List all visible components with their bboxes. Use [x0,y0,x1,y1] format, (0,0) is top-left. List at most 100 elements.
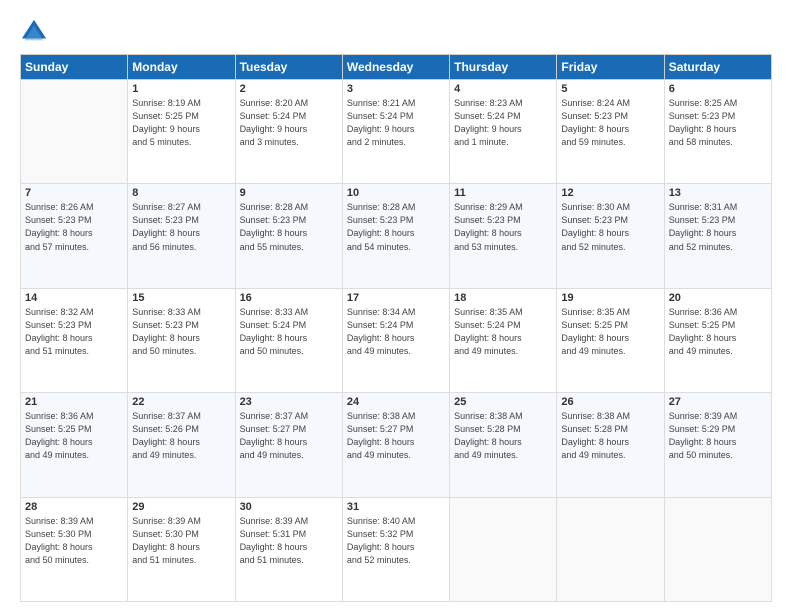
day-number: 24 [347,396,445,408]
day-number: 20 [669,292,767,304]
day-info: Sunrise: 8:36 AM Sunset: 5:25 PM Dayligh… [25,410,123,462]
calendar-cell: 19 Sunrise: 8:35 AM Sunset: 5:25 PM Dayli… [557,288,664,392]
day-info: Sunrise: 8:37 AM Sunset: 5:27 PM Dayligh… [240,410,338,462]
day-number: 18 [454,292,552,304]
calendar-cell: 23 Sunrise: 8:37 AM Sunset: 5:27 PM Dayli… [235,393,342,497]
calendar-cell: 24 Sunrise: 8:38 AM Sunset: 5:27 PM Dayli… [342,393,449,497]
day-info: Sunrise: 8:38 AM Sunset: 5:28 PM Dayligh… [561,410,659,462]
day-number: 6 [669,83,767,95]
day-number: 22 [132,396,230,408]
calendar-cell: 11 Sunrise: 8:29 AM Sunset: 5:23 PM Dayli… [450,184,557,288]
day-number: 7 [25,187,123,199]
calendar-cell: 12 Sunrise: 8:30 AM Sunset: 5:23 PM Dayli… [557,184,664,288]
calendar-cell: 22 Sunrise: 8:37 AM Sunset: 5:26 PM Dayli… [128,393,235,497]
day-number: 5 [561,83,659,95]
day-info: Sunrise: 8:20 AM Sunset: 5:24 PM Dayligh… [240,97,338,149]
day-info: Sunrise: 8:23 AM Sunset: 5:24 PM Dayligh… [454,97,552,149]
week-row-1: 1 Sunrise: 8:19 AM Sunset: 5:25 PM Daylig… [21,80,772,184]
calendar-cell: 7Sunrise: 8:26 AM Sunset: 5:23 PM Daylig… [21,184,128,288]
day-info: Sunrise: 8:39 AM Sunset: 5:30 PM Dayligh… [132,515,230,567]
header [20,18,772,46]
day-number: 26 [561,396,659,408]
day-info: Sunrise: 8:33 AM Sunset: 5:23 PM Dayligh… [132,306,230,358]
week-row-3: 14 Sunrise: 8:32 AM Sunset: 5:23 PM Dayli… [21,288,772,392]
weekday-header-tuesday: Tuesday [235,55,342,80]
calendar-cell [21,80,128,184]
day-number: 23 [240,396,338,408]
weekday-header-monday: Monday [128,55,235,80]
day-number: 16 [240,292,338,304]
day-info: Sunrise: 8:39 AM Sunset: 5:31 PM Dayligh… [240,515,338,567]
day-info: Sunrise: 8:35 AM Sunset: 5:24 PM Dayligh… [454,306,552,358]
day-info: Sunrise: 8:19 AM Sunset: 5:25 PM Dayligh… [132,97,230,149]
calendar-cell: 5Sunrise: 8:24 AM Sunset: 5:23 PM Daylig… [557,80,664,184]
day-info: Sunrise: 8:39 AM Sunset: 5:30 PM Dayligh… [25,515,123,567]
calendar-cell: 27 Sunrise: 8:39 AM Sunset: 5:29 PM Dayli… [664,393,771,497]
calendar-cell: 29 Sunrise: 8:39 AM Sunset: 5:30 PM Dayli… [128,497,235,601]
calendar-cell [450,497,557,601]
calendar-cell: 13 Sunrise: 8:31 AM Sunset: 5:23 PM Dayli… [664,184,771,288]
day-number: 25 [454,396,552,408]
weekday-header-friday: Friday [557,55,664,80]
day-info: Sunrise: 8:27 AM Sunset: 5:23 PM Dayligh… [132,201,230,253]
day-number: 14 [25,292,123,304]
calendar-cell [557,497,664,601]
week-row-4: 21 Sunrise: 8:36 AM Sunset: 5:25 PM Dayli… [21,393,772,497]
day-info: Sunrise: 8:38 AM Sunset: 5:28 PM Dayligh… [454,410,552,462]
day-info: Sunrise: 8:39 AM Sunset: 5:29 PM Dayligh… [669,410,767,462]
calendar-cell: 14 Sunrise: 8:32 AM Sunset: 5:23 PM Dayli… [21,288,128,392]
calendar-cell: 10 Sunrise: 8:28 AM Sunset: 5:23 PM Dayli… [342,184,449,288]
day-info: Sunrise: 8:33 AM Sunset: 5:24 PM Dayligh… [240,306,338,358]
day-info: Sunrise: 8:28 AM Sunset: 5:23 PM Dayligh… [240,201,338,253]
calendar-cell: 25 Sunrise: 8:38 AM Sunset: 5:28 PM Dayli… [450,393,557,497]
day-number: 15 [132,292,230,304]
logo-icon [20,18,48,46]
day-info: Sunrise: 8:29 AM Sunset: 5:23 PM Dayligh… [454,201,552,253]
day-number: 2 [240,83,338,95]
calendar-cell: 20Sunrise: 8:36 AM Sunset: 5:25 PM Dayli… [664,288,771,392]
day-info: Sunrise: 8:35 AM Sunset: 5:25 PM Dayligh… [561,306,659,358]
day-number: 8 [132,187,230,199]
calendar-cell: 16 Sunrise: 8:33 AM Sunset: 5:24 PM Dayli… [235,288,342,392]
day-number: 27 [669,396,767,408]
day-number: 10 [347,187,445,199]
day-number: 11 [454,187,552,199]
calendar-cell: 4 Sunrise: 8:23 AM Sunset: 5:24 PM Daylig… [450,80,557,184]
weekday-header-saturday: Saturday [664,55,771,80]
calendar-cell: 2 Sunrise: 8:20 AM Sunset: 5:24 PM Daylig… [235,80,342,184]
day-info: Sunrise: 8:32 AM Sunset: 5:23 PM Dayligh… [25,306,123,358]
day-number: 28 [25,501,123,513]
day-number: 29 [132,501,230,513]
day-number: 31 [347,501,445,513]
calendar-cell: 30 Sunrise: 8:39 AM Sunset: 5:31 PM Dayli… [235,497,342,601]
calendar: SundayMondayTuesdayWednesdayThursdayFrid… [20,54,772,602]
weekday-header-sunday: Sunday [21,55,128,80]
day-number: 21 [25,396,123,408]
day-number: 1 [132,83,230,95]
calendar-cell: 21 Sunrise: 8:36 AM Sunset: 5:25 PM Dayli… [21,393,128,497]
day-number: 13 [669,187,767,199]
logo [20,18,52,46]
day-info: Sunrise: 8:34 AM Sunset: 5:24 PM Dayligh… [347,306,445,358]
day-info: Sunrise: 8:31 AM Sunset: 5:23 PM Dayligh… [669,201,767,253]
day-info: Sunrise: 8:25 AM Sunset: 5:23 PM Dayligh… [669,97,767,149]
calendar-cell: 15 Sunrise: 8:33 AM Sunset: 5:23 PM Dayli… [128,288,235,392]
day-info: Sunrise: 8:38 AM Sunset: 5:27 PM Dayligh… [347,410,445,462]
day-info: Sunrise: 8:30 AM Sunset: 5:23 PM Dayligh… [561,201,659,253]
calendar-cell: 3Sunrise: 8:21 AM Sunset: 5:24 PM Daylig… [342,80,449,184]
calendar-cell: 1 Sunrise: 8:19 AM Sunset: 5:25 PM Daylig… [128,80,235,184]
day-number: 4 [454,83,552,95]
day-info: Sunrise: 8:37 AM Sunset: 5:26 PM Dayligh… [132,410,230,462]
weekday-header-wednesday: Wednesday [342,55,449,80]
calendar-cell: 8 Sunrise: 8:27 AM Sunset: 5:23 PM Daylig… [128,184,235,288]
calendar-cell: 17 Sunrise: 8:34 AM Sunset: 5:24 PM Dayli… [342,288,449,392]
day-number: 12 [561,187,659,199]
day-info: Sunrise: 8:28 AM Sunset: 5:23 PM Dayligh… [347,201,445,253]
day-number: 17 [347,292,445,304]
calendar-cell: 26 Sunrise: 8:38 AM Sunset: 5:28 PM Dayli… [557,393,664,497]
calendar-cell: 18 Sunrise: 8:35 AM Sunset: 5:24 PM Dayli… [450,288,557,392]
day-number: 19 [561,292,659,304]
calendar-cell: 28 Sunrise: 8:39 AM Sunset: 5:30 PM Dayli… [21,497,128,601]
day-number: 30 [240,501,338,513]
page: SundayMondayTuesdayWednesdayThursdayFrid… [0,0,792,612]
